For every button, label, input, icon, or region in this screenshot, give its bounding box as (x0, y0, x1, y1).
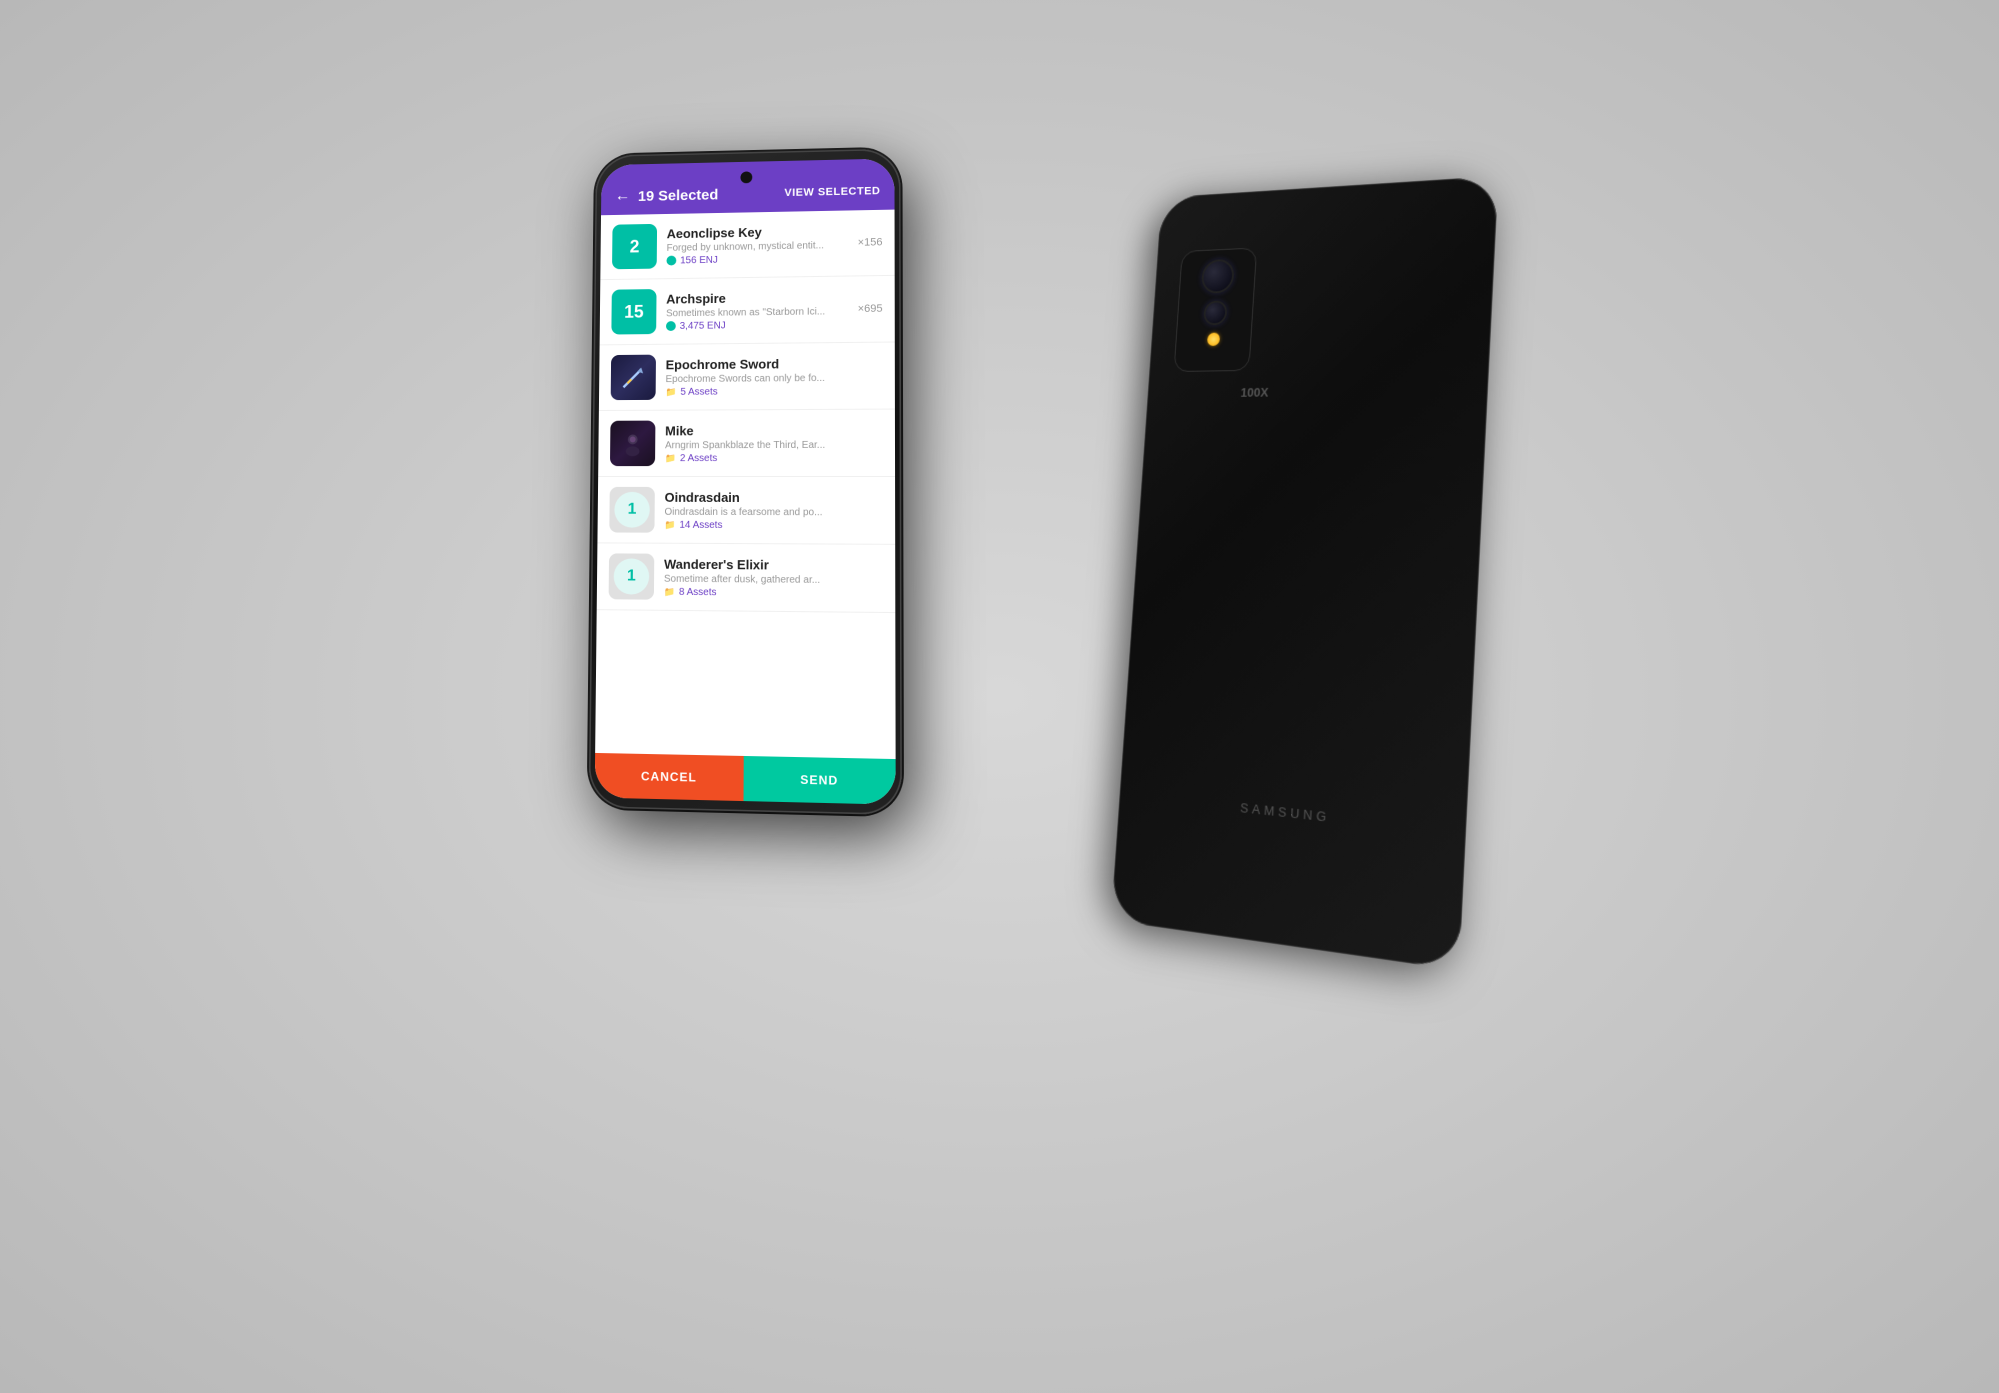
samsung-logo: SAMSUNG (1239, 799, 1330, 824)
sword-image (610, 354, 655, 399)
items-list: 2 Aeonclipse Key Forged by unknown, myst… (595, 209, 895, 758)
bottom-bar: CANCEL SEND (594, 752, 895, 804)
mike-image (609, 420, 654, 466)
item-info: Aeonclipse Key Forged by unknown, mystic… (666, 222, 847, 265)
item-name: Mike (665, 422, 883, 438)
item-info: Epochrome Sword Epochrome Swords can onl… (665, 355, 882, 397)
item-avatar: 2 (612, 223, 657, 268)
item-meta-value: 5 Assets (680, 386, 717, 397)
item-description: Arngrim Spankblaze the Third, Ear... (664, 439, 882, 450)
sword-icon (619, 363, 647, 391)
camera-lens-main (1200, 258, 1234, 293)
send-button[interactable]: SEND (743, 755, 895, 804)
item-meta: 📁 14 Assets (664, 519, 883, 531)
list-item[interactable]: 15 Archspire Sometimes known as "Starbor… (599, 275, 894, 345)
item-description: Sometime after dusk, gathered ar... (663, 573, 882, 586)
item-avatar: 1 (608, 553, 654, 599)
enj-icon (665, 321, 675, 331)
item-meta-value: 156 ENJ (680, 254, 718, 265)
avatar-number: 1 (614, 491, 650, 527)
item-avatar (609, 420, 654, 466)
item-description: Sometimes known as "Starborn Ici... (666, 305, 848, 318)
scene: 100X SAMSUNG ← 19 Selected VIEW SELECTED… (550, 147, 1450, 1247)
assets-icon: 📁 (664, 452, 675, 463)
camera-module (1173, 247, 1257, 372)
item-meta: 156 ENJ (666, 252, 847, 266)
camera-lens-secondary (1202, 300, 1227, 325)
item-avatar: 15 (611, 289, 656, 334)
zoom-label: 100X (1240, 385, 1269, 400)
avatar-number: 2 (629, 236, 639, 257)
enj-icon (666, 255, 676, 265)
item-info: Wanderer's Elixir Sometime after dusk, g… (663, 556, 882, 599)
item-info: Archspire Sometimes known as "Starborn I… (665, 288, 847, 331)
phone-back: 100X SAMSUNG (1110, 175, 1498, 970)
item-meta: 📁 8 Assets (663, 586, 882, 599)
header-left: ← 19 Selected (614, 185, 718, 205)
list-item[interactable]: Mike Arngrim Spankblaze the Third, Ear..… (598, 409, 895, 476)
avatar-number: 1 (613, 558, 649, 594)
assets-icon: 📁 (663, 586, 674, 597)
assets-icon: 📁 (664, 519, 675, 530)
item-meta-value: 14 Assets (679, 519, 722, 530)
app-header: ← 19 Selected VIEW SELECTED (601, 158, 895, 215)
item-count: ×156 (857, 236, 882, 248)
back-arrow-icon[interactable]: ← (614, 187, 630, 205)
item-description: Forged by unknown, mystical entit... (666, 239, 847, 253)
phone-front: ← 19 Selected VIEW SELECTED 2 Aeonclipse… (588, 148, 901, 815)
view-selected-button[interactable]: VIEW SELECTED (784, 185, 880, 199)
phone-screen: ← 19 Selected VIEW SELECTED 2 Aeonclipse… (594, 158, 895, 804)
item-description: Epochrome Swords can only be fo... (665, 372, 882, 384)
item-name: Oindrasdain (664, 489, 882, 504)
list-item[interactable]: Epochrome Sword Epochrome Swords can onl… (598, 342, 894, 410)
avatar-number: 15 (624, 301, 644, 322)
assets-icon: 📁 (665, 386, 676, 397)
item-meta-value: 2 Assets (679, 452, 716, 463)
item-name: Epochrome Sword (665, 355, 882, 372)
camera-flash (1206, 332, 1219, 345)
item-name: Aeonclipse Key (666, 222, 847, 240)
item-name: Archspire (666, 288, 847, 305)
item-meta-value: 3,475 ENJ (679, 320, 725, 331)
item-meta: 📁 5 Assets (665, 385, 882, 397)
item-meta: 📁 2 Assets (664, 452, 882, 463)
cancel-button[interactable]: CANCEL (594, 752, 743, 800)
item-avatar (610, 354, 655, 399)
item-avatar: 1 (609, 486, 655, 532)
item-description: Oindrasdain is a fearsome and po... (664, 506, 882, 518)
character-icon (618, 429, 646, 457)
header-title: 19 Selected (637, 186, 718, 204)
list-item[interactable]: 1 Wanderer's Elixir Sometime after dusk,… (596, 543, 895, 613)
list-item[interactable]: 1 Oindrasdain Oindrasdain is a fearsome … (597, 477, 895, 545)
item-info: Oindrasdain Oindrasdain is a fearsome an… (664, 489, 883, 531)
item-meta: 3,475 ENJ (665, 318, 847, 331)
front-camera (740, 171, 752, 183)
list-item[interactable]: 2 Aeonclipse Key Forged by unknown, myst… (600, 209, 894, 280)
item-count: ×695 (857, 302, 882, 314)
item-meta-value: 8 Assets (678, 586, 716, 597)
item-info: Mike Arngrim Spankblaze the Third, Ear..… (664, 422, 882, 463)
item-name: Wanderer's Elixir (664, 556, 883, 573)
